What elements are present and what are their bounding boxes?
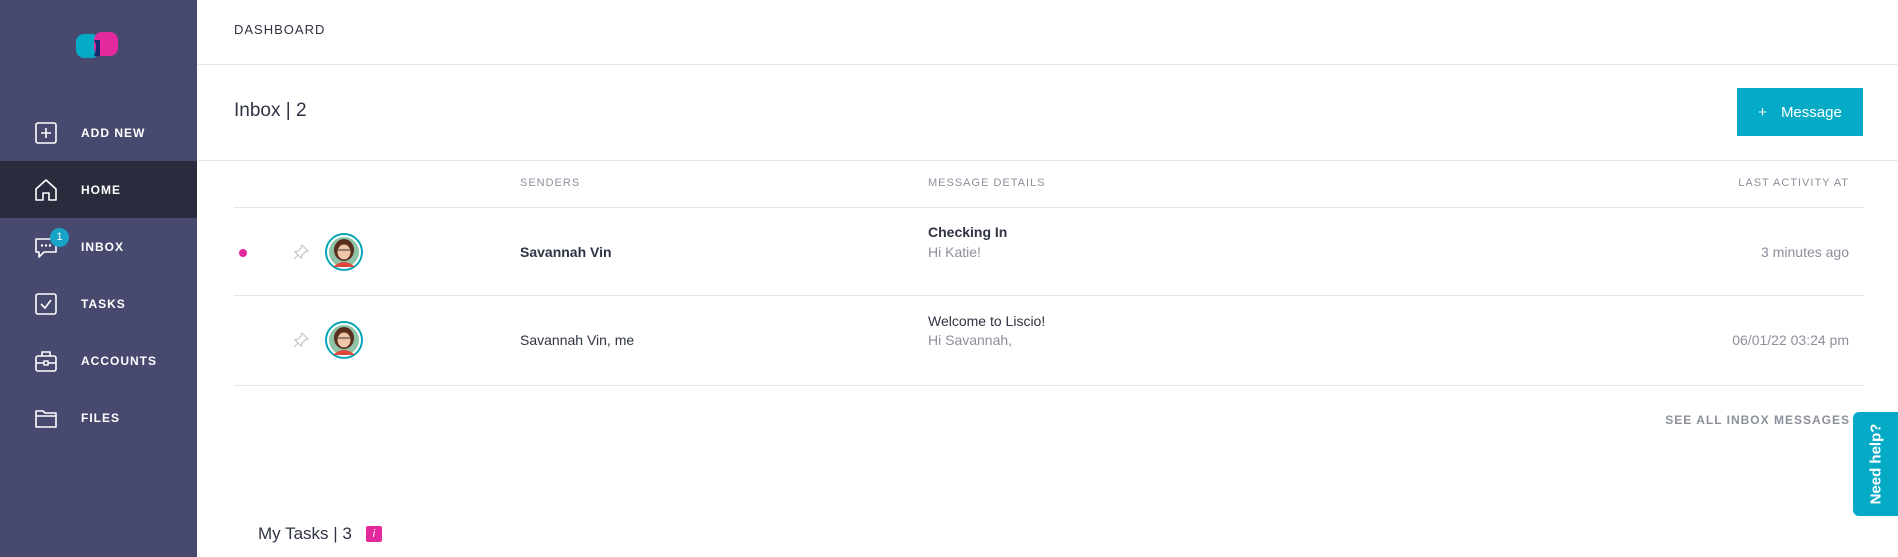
need-help-button[interactable]: Need help? xyxy=(1853,412,1898,516)
inbox-title: Inbox | 2 xyxy=(234,100,307,121)
sidebar-item-label: ACCOUNTS xyxy=(81,353,157,368)
sidebar-item-label: INBOX xyxy=(81,239,125,254)
home-icon xyxy=(35,179,57,201)
info-icon[interactable]: i xyxy=(366,526,382,542)
divider xyxy=(234,295,1864,296)
inbox-count-badge: 1 xyxy=(50,228,69,247)
need-help-label: Need help? xyxy=(1867,423,1884,505)
sidebar-item-accounts[interactable]: ACCOUNTS xyxy=(0,332,197,389)
column-header-message-details[interactable]: MESSAGE DETAILS xyxy=(928,177,1046,189)
app-logo[interactable] xyxy=(76,32,120,60)
briefcase-icon xyxy=(35,351,57,372)
unread-dot xyxy=(239,249,247,257)
divider xyxy=(234,385,1864,386)
new-message-label: Message xyxy=(1780,103,1842,121)
last-activity-time: 3 minutes ago xyxy=(1761,244,1849,260)
sidebar-item-label: FILES xyxy=(81,410,121,425)
top-bar: DASHBOARD xyxy=(197,0,1898,65)
column-header-last-activity[interactable]: LAST ACTIVITY AT xyxy=(1643,177,1849,189)
sidebar-item-label: TASKS xyxy=(81,296,126,311)
sidebar-item-files[interactable]: FILES xyxy=(0,389,197,446)
column-header-senders[interactable]: SENDERS xyxy=(520,177,580,189)
checkbox-icon xyxy=(35,293,57,315)
sender-name: Savannah Vin, me xyxy=(520,332,635,348)
message-preview: Hi Savannah, xyxy=(928,332,1013,348)
plus-square-icon xyxy=(35,122,57,144)
plus-icon: + xyxy=(1758,103,1767,121)
divider xyxy=(197,160,1898,161)
see-all-inbox-link[interactable]: SEE ALL INBOX MESSAGES xyxy=(1600,413,1850,427)
avatar xyxy=(325,233,363,271)
sidebar-item-inbox[interactable]: 1 INBOX xyxy=(0,218,197,275)
breadcrumb: DASHBOARD xyxy=(234,22,326,37)
sidebar-item-home[interactable]: HOME xyxy=(0,161,197,218)
sidebar-item-add-new[interactable]: ADD NEW xyxy=(0,104,197,161)
sidebar: ADD NEW HOME 1 INBOX TASKS ACCOUNTS FILE… xyxy=(0,0,197,557)
pin-icon[interactable] xyxy=(292,331,310,349)
sender-name: Savannah Vin xyxy=(520,244,612,260)
folder-icon xyxy=(35,410,57,428)
divider xyxy=(234,207,1864,208)
avatar xyxy=(325,321,363,359)
tasks-title: My Tasks | 3 xyxy=(258,524,352,543)
message-subject: Checking In xyxy=(928,224,1008,240)
sidebar-item-label: HOME xyxy=(81,182,121,197)
sidebar-item-tasks[interactable]: TASKS xyxy=(0,275,197,332)
new-message-button[interactable]: + Message xyxy=(1737,88,1863,136)
sidebar-item-label: ADD NEW xyxy=(81,125,146,140)
message-preview: Hi Katie! xyxy=(928,244,981,260)
pin-icon[interactable] xyxy=(292,243,310,261)
last-activity-time: 06/01/22 03:24 pm xyxy=(1732,332,1849,348)
message-subject: Welcome to Liscio! xyxy=(928,313,1046,329)
